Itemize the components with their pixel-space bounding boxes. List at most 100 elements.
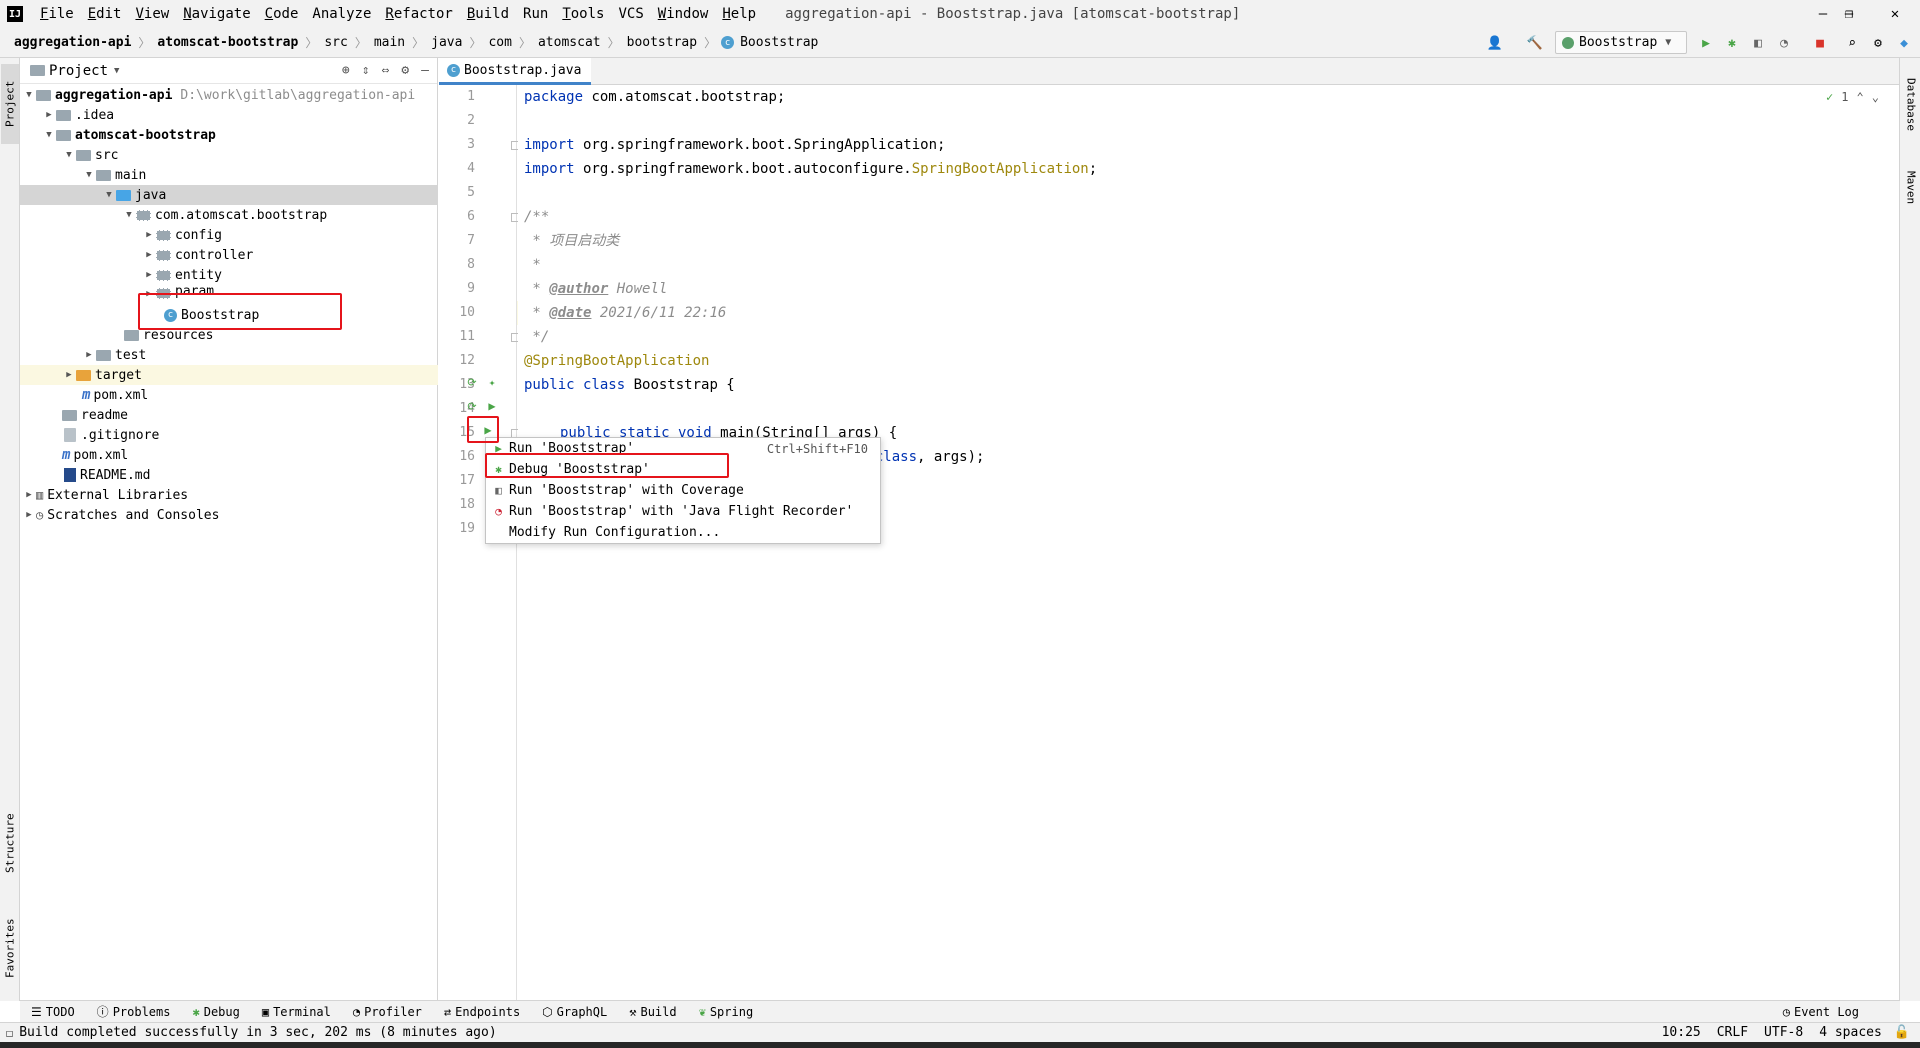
tree-item-atomscat-bootstrap[interactable]: ▼ atomscat-bootstrap (20, 125, 438, 145)
tool-graphql[interactable]: ⬡ GraphQL (531, 1005, 618, 1019)
indent-setting[interactable]: 4 spaces (1811, 1025, 1890, 1040)
menu-vcs[interactable]: VCS (611, 6, 650, 22)
coverage-icon[interactable]: ◧ (1748, 33, 1768, 53)
tab-booststrap-java[interactable]: c Booststrap.java (439, 58, 592, 85)
chevron-down-icon[interactable]: ▼ (114, 66, 119, 76)
tree-item-pom-module[interactable]: m pom.xml (20, 385, 438, 405)
chevron-up-icon[interactable]: ⌃ (1856, 90, 1863, 104)
tool-debug[interactable]: ✱ Debug (181, 1005, 250, 1019)
tool-problems[interactable]: ⓘ Problems (86, 1003, 182, 1020)
tree-item-pom-root[interactable]: m pom.xml (20, 445, 438, 465)
tree-item-readme-md[interactable]: README.md (20, 465, 438, 485)
database-tool-tab[interactable]: Database (1902, 64, 1920, 144)
maven-tool-tab[interactable]: Maven (1902, 158, 1920, 218)
menu-edit[interactable]: Edit (81, 6, 129, 22)
structure-tool-tab[interactable]: Structure (1, 798, 19, 888)
tree-item-entity[interactable]: ▶ entity (20, 265, 438, 285)
spring-bean-icon[interactable]: ⟳ (465, 375, 479, 389)
menu-window[interactable]: Window (651, 6, 716, 22)
breadcrumb-booststrap[interactable]: Booststrap (738, 35, 820, 50)
chevron-down-icon[interactable]: ⌄ (1872, 90, 1879, 104)
popup-flight-recorder-item[interactable]: ◔ Run 'Booststrap' with 'Java Flight Rec… (486, 501, 880, 522)
debug-icon[interactable]: ✱ (1722, 33, 1742, 53)
profiler-icon: ◔ (495, 505, 502, 518)
tree-item-gitignore[interactable]: .gitignore (20, 425, 438, 445)
line-number: 9 (467, 281, 475, 296)
locate-icon[interactable]: ⊕ (342, 63, 350, 78)
caret-position[interactable]: 10:25 (1654, 1025, 1709, 1040)
menu-run[interactable]: Run (516, 6, 555, 22)
breadcrumb-java[interactable]: java (429, 35, 464, 50)
inspection-widget[interactable]: ✓ 1 ⌃ ⌄ (1826, 90, 1879, 104)
breadcrumb-main[interactable]: main (372, 35, 407, 50)
menu-view[interactable]: View (128, 6, 176, 22)
menu-build[interactable]: Build (460, 6, 516, 22)
gear-icon[interactable]: ⚙ (401, 63, 409, 78)
collapse-all-icon[interactable]: ⇔ (382, 63, 390, 78)
menu-navigate[interactable]: Navigate (176, 6, 257, 22)
spring-config-icon[interactable]: ✦ (485, 375, 499, 389)
tree-item-java[interactable]: ▼ java (20, 185, 438, 205)
chevron-right-icon: 〉 (305, 36, 318, 50)
status-message[interactable]: Build completed successfully in 3 sec, 2… (19, 1025, 496, 1040)
tree-item-test[interactable]: ▶ test (20, 345, 438, 365)
line-number: 11 (459, 329, 475, 344)
run-icon[interactable]: ▶ (1696, 33, 1716, 53)
tool-endpoints[interactable]: ⇄ Endpoints (433, 1005, 531, 1019)
menu-tools[interactable]: Tools (555, 6, 611, 22)
close-window-button[interactable]: ✕ (1872, 0, 1918, 28)
menu-file[interactable]: File (33, 6, 81, 22)
line-separator[interactable]: CRLF (1709, 1025, 1756, 1040)
search-icon[interactable]: ⌕ (1842, 33, 1862, 53)
file-encoding[interactable]: UTF-8 (1756, 1025, 1811, 1040)
profiler-icon[interactable]: ◔ (1774, 33, 1794, 53)
user-icon[interactable]: 👤 (1485, 33, 1505, 53)
tool-build[interactable]: ⚒ Build (618, 1005, 687, 1019)
tree-item-readme-folder[interactable]: readme (20, 405, 438, 425)
build-hammer-icon[interactable]: 🔨 (1525, 33, 1545, 53)
breadcrumb-com[interactable]: com (486, 35, 513, 50)
code-line-4: import org.springframework.boot.autoconf… (524, 161, 1098, 177)
menu-code[interactable]: Code (258, 6, 306, 22)
annotation-box-debug-item (485, 453, 729, 478)
menu-analyze[interactable]: Analyze (305, 6, 378, 22)
run-class-icon[interactable]: ▶ (485, 399, 499, 413)
tree-item-target[interactable]: ▶ target (20, 365, 438, 385)
breadcrumb-bootstrap[interactable]: bootstrap (625, 35, 699, 50)
tree-item-external-libraries[interactable]: ▶ ▥ External Libraries (20, 485, 438, 505)
lock-icon[interactable]: 🔓 (1890, 1025, 1920, 1040)
tree-item-src[interactable]: ▼ src (20, 145, 438, 165)
toolbox-icon[interactable]: ◆ (1894, 33, 1914, 53)
tree-item-idea[interactable]: ▶ .idea (20, 105, 438, 125)
gear-icon[interactable]: ⚙ (1868, 33, 1888, 53)
run-configuration-select[interactable]: Booststrap ▼ (1555, 31, 1687, 54)
tree-item-controller[interactable]: ▶ controller (20, 245, 438, 265)
tree-item-main[interactable]: ▼ main (20, 165, 438, 185)
tool-event-log[interactable]: ◷ Event Log (1772, 1005, 1870, 1019)
tree-item-aggregation-api[interactable]: ▼ aggregation-api D:\work\gitlab\aggregat… (20, 85, 438, 105)
spring-icon (1562, 36, 1574, 49)
tool-todo[interactable]: ☰ TODO (20, 1005, 86, 1019)
spring-bean-icon[interactable]: ⟳ (465, 399, 479, 413)
tool-spring[interactable]: ❦ Spring (688, 1005, 765, 1019)
restore-button[interactable]: ❐ (1826, 0, 1872, 28)
stop-icon[interactable]: ■ (1810, 33, 1830, 53)
tree-item-config[interactable]: ▶ config (20, 225, 438, 245)
project-panel-title[interactable]: Project (49, 63, 108, 79)
expand-all-icon[interactable]: ⇕ (362, 63, 370, 78)
menu-refactor[interactable]: Refactor (378, 6, 459, 22)
hide-icon[interactable]: — (421, 63, 429, 78)
menu-help[interactable]: Help (715, 6, 763, 22)
breadcrumb-src[interactable]: src (322, 35, 349, 50)
tool-terminal[interactable]: ▣ Terminal (251, 1005, 342, 1019)
popup-modify-config-item[interactable]: Modify Run Configuration... (486, 522, 880, 543)
favorites-tool-tab[interactable]: Favorites (1, 903, 19, 993)
tree-item-package[interactable]: ▼ com.atomscat.bootstrap (20, 205, 438, 225)
breadcrumb-aggregation-api[interactable]: aggregation-api (12, 35, 133, 50)
popup-coverage-item[interactable]: ◧ Run 'Booststrap' with Coverage (486, 480, 880, 501)
breadcrumb-atomscat-bootstrap[interactable]: atomscat-bootstrap (155, 35, 300, 50)
project-tool-tab[interactable]: Project (1, 64, 19, 144)
breadcrumb-atomscat[interactable]: atomscat (536, 35, 603, 50)
tree-item-scratches[interactable]: ▶ ◷ Scratches and Consoles (20, 505, 438, 525)
tool-profiler[interactable]: ◔ Profiler (342, 1005, 433, 1019)
